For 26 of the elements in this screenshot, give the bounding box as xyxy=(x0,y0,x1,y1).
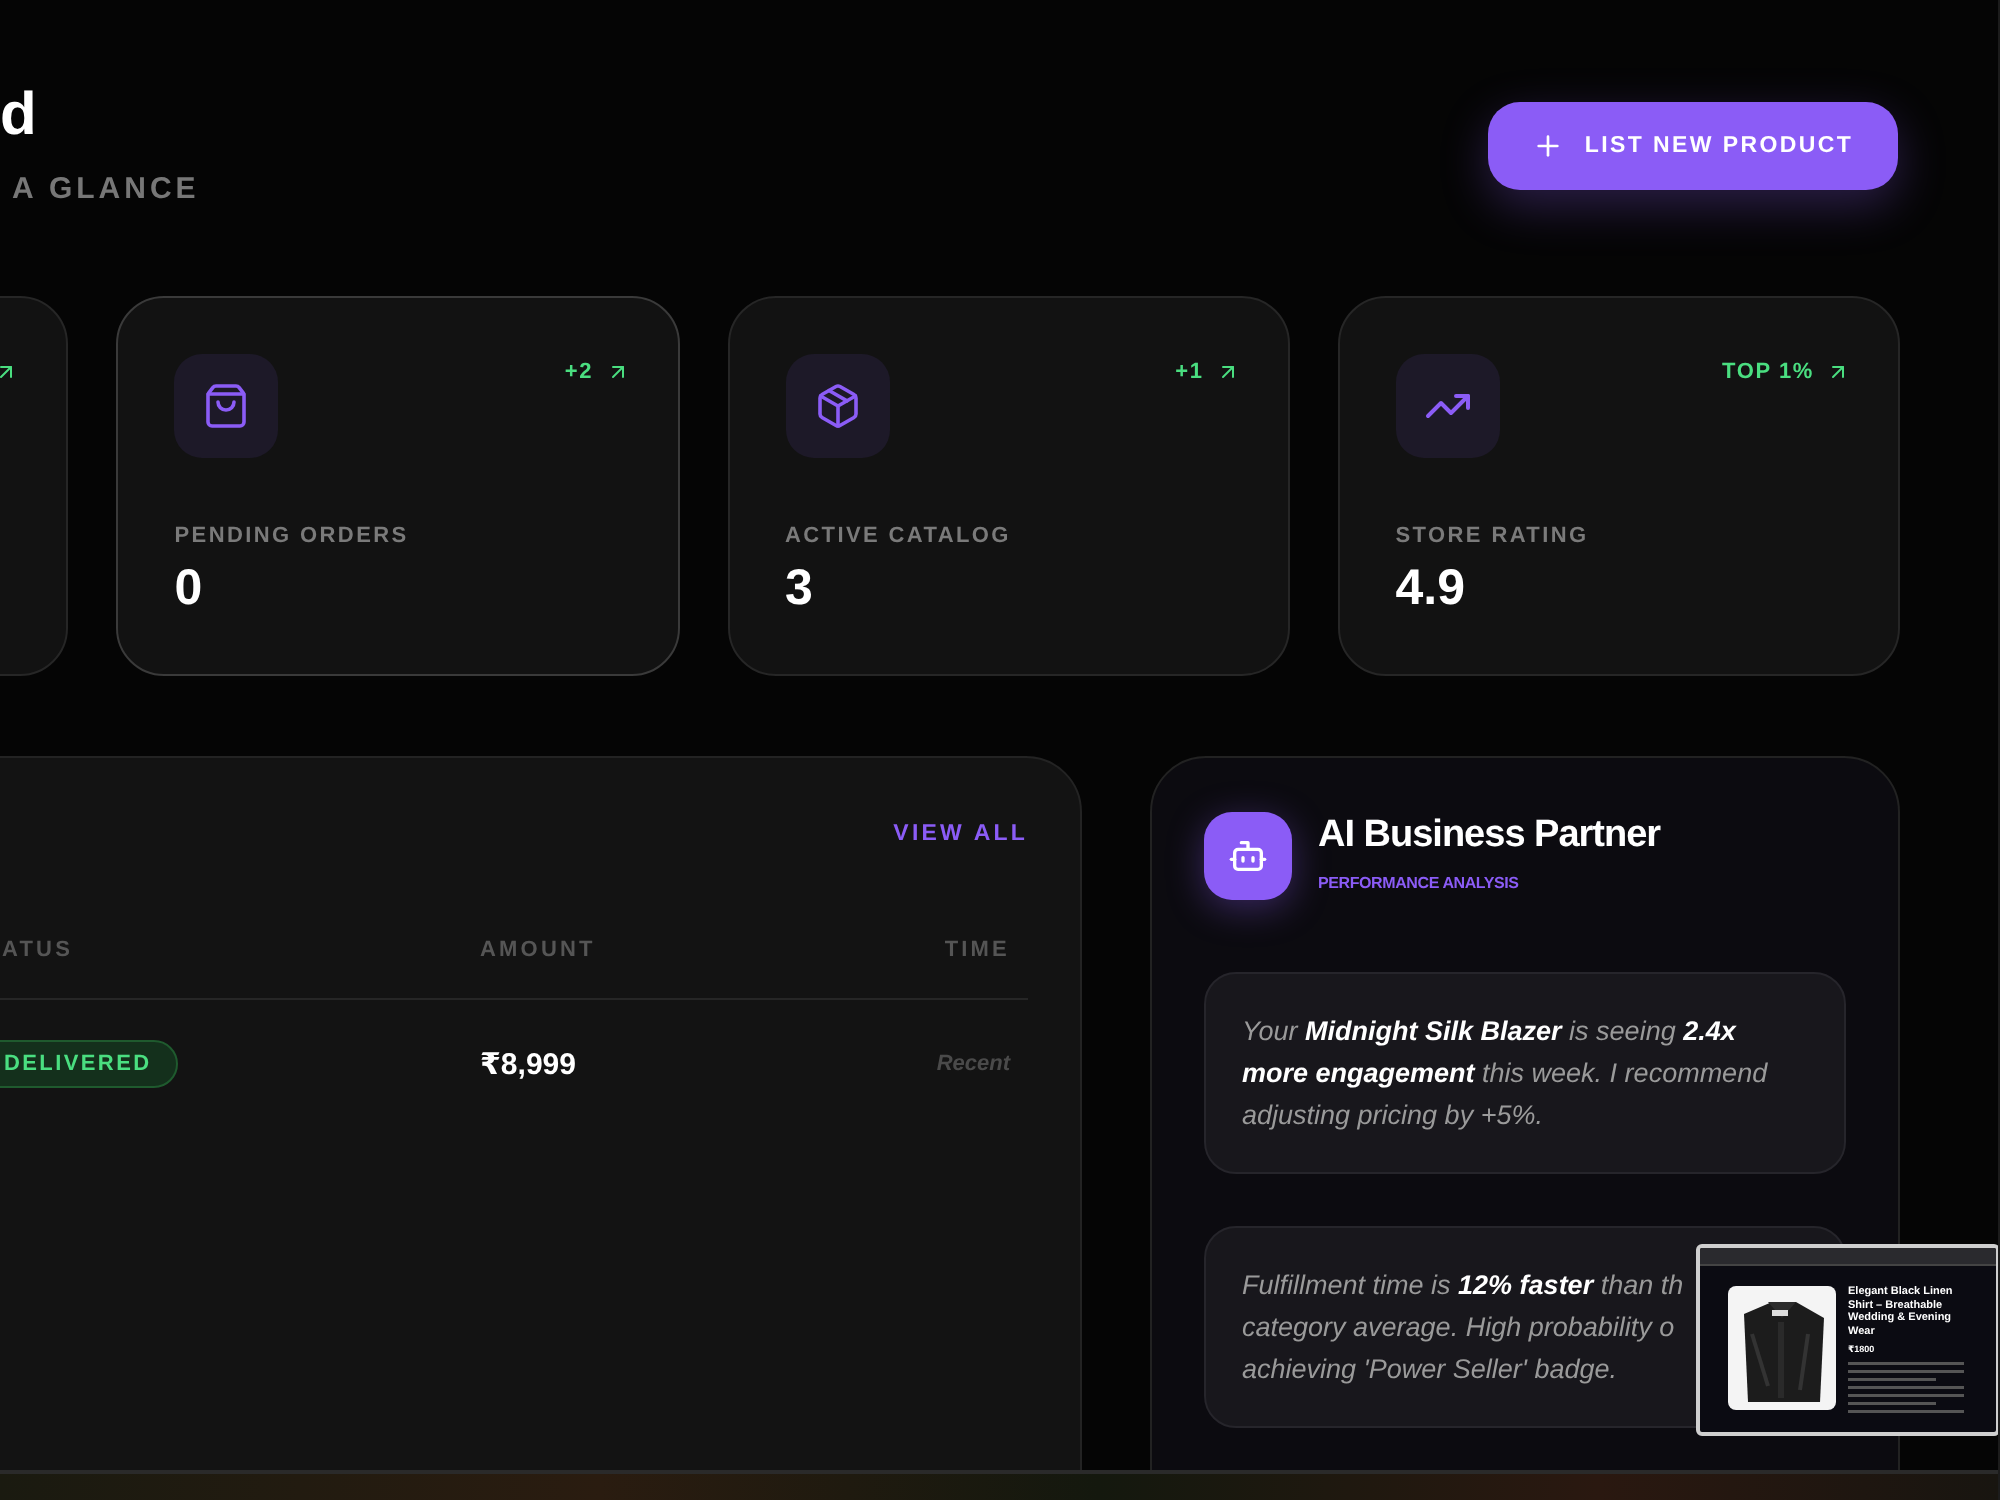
stat-value: 0 xyxy=(174,560,205,618)
box-icon xyxy=(813,382,861,430)
insight-text: Fulfillment time is 12% faster than th category average. High probability o achieving 'Power Seller' badge. xyxy=(1242,1268,1684,1388)
trend-value: TOP 1% xyxy=(1722,360,1814,384)
trend-value: +2 xyxy=(564,360,593,384)
page-title: d xyxy=(0,80,39,152)
view-all-link[interactable]: VIEW ALL xyxy=(893,822,1028,862)
insight-text: Your Midnight Silk Blazer is seeing 2.4x more engagement this week. I recommend adjusting pricing by +5%. xyxy=(1242,1014,1768,1134)
stat-label: STORE RATING xyxy=(1395,524,1591,548)
column-header: TIME xyxy=(936,938,1028,1000)
stat-value: 4.9 xyxy=(1395,560,1468,618)
amount-cell: ₹8,999 xyxy=(480,1046,576,1082)
stat-label: ACTIVE CATALOG xyxy=(785,524,1013,548)
shopping-bag-icon xyxy=(202,382,251,430)
page-subtitle: A GLANCE xyxy=(12,172,200,206)
list-product-button[interactable]: LIST NEW PRODUCT xyxy=(1488,102,1898,190)
column-header: AMOUNT xyxy=(480,938,937,1000)
robot-icon xyxy=(1228,836,1268,876)
assistant-title: AI Business Partner xyxy=(1318,814,1661,858)
status-badge: DELIVERED xyxy=(0,1040,178,1088)
arrow-up-right-icon xyxy=(1826,360,1850,384)
stat-value: 3 xyxy=(785,560,815,618)
column-header: ATUS xyxy=(2,938,480,1000)
trend-value: +1 xyxy=(1175,360,1204,384)
assistant-subtitle: PERFORMANCE ANALYSIS xyxy=(1318,874,1521,892)
stat-label: PENDING ORDERS xyxy=(174,524,411,548)
